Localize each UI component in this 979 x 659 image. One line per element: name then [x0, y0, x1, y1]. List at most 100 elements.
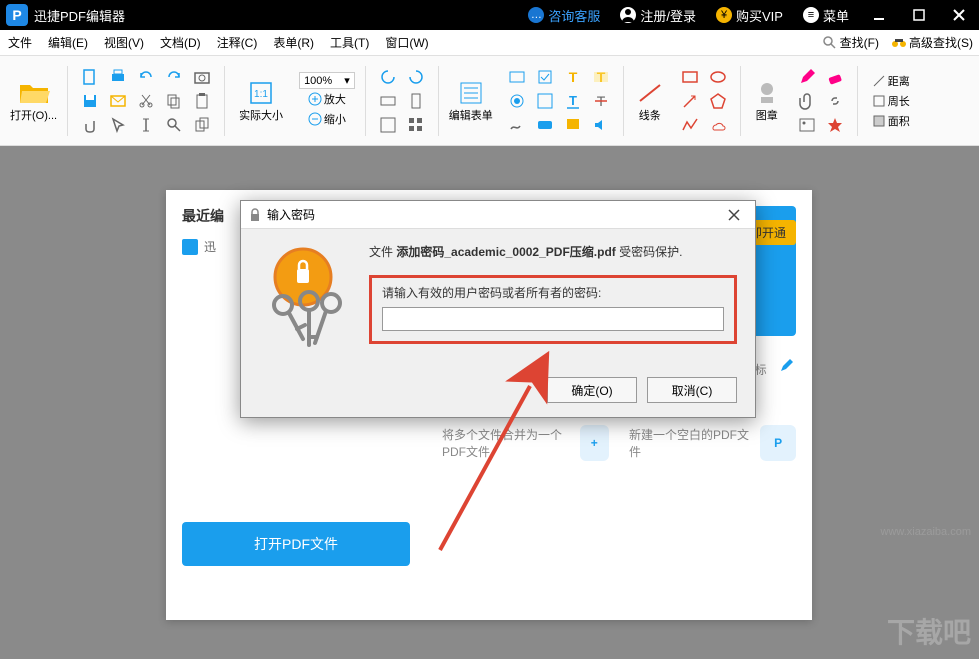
sound-button[interactable]	[589, 113, 613, 137]
note-button[interactable]	[561, 113, 585, 137]
textbox-button[interactable]	[505, 65, 529, 89]
strikeout-button[interactable]: T	[589, 89, 613, 113]
text-annot-button[interactable]: T	[561, 65, 585, 89]
menu-view[interactable]: 视图(V)	[96, 30, 152, 56]
pencil-icon	[798, 68, 816, 86]
open-file-button[interactable]: 打开(O)...	[6, 77, 61, 125]
menu-annotate[interactable]: 注释(C)	[209, 30, 266, 56]
folder-open-icon	[18, 79, 50, 107]
login-button[interactable]: 注册/登录	[610, 0, 706, 30]
redo-button[interactable]	[162, 65, 186, 89]
find-button[interactable]: 查找(F)	[816, 34, 885, 51]
rotate-left-button[interactable]	[376, 65, 400, 89]
menu-document[interactable]: 文档(D)	[152, 30, 209, 56]
button-button[interactable]	[533, 113, 557, 137]
rotate-left-icon	[379, 68, 397, 86]
perimeter-label: 周长	[888, 93, 910, 109]
text-select-button[interactable]	[134, 113, 158, 137]
rotate-right-button[interactable]	[404, 65, 428, 89]
copy-icon	[165, 92, 183, 110]
textbox-icon	[508, 68, 526, 86]
edit-form-button[interactable]: 编辑表单	[445, 77, 497, 125]
cloud-button[interactable]	[706, 113, 730, 137]
advanced-find-button[interactable]: 高级查找(S)	[885, 34, 979, 51]
select-tool-button[interactable]	[106, 113, 130, 137]
copy-button[interactable]	[162, 89, 186, 113]
zoom-combo[interactable]: 100% ▾	[299, 72, 355, 89]
close-button[interactable]	[939, 0, 979, 30]
vip-button[interactable]: ¥ 购买VIP	[706, 0, 793, 30]
underline-icon: T	[564, 92, 582, 110]
dialog-titlebar[interactable]: 输入密码	[241, 201, 755, 229]
rect-button[interactable]	[678, 65, 702, 89]
fit-page-button[interactable]	[404, 89, 428, 113]
yen-icon: ¥	[716, 7, 732, 23]
open-pdf-button[interactable]: 打开PDF文件	[182, 522, 410, 566]
new-doc-button[interactable]	[78, 65, 102, 89]
snapshot-button[interactable]	[190, 65, 214, 89]
listbox-button[interactable]	[533, 89, 557, 113]
undo-button[interactable]	[134, 65, 158, 89]
cut-button[interactable]	[134, 89, 158, 113]
zoom-in-button[interactable]: 放大	[304, 89, 350, 109]
menu-form[interactable]: 表单(R)	[265, 30, 322, 56]
paste-button[interactable]	[190, 89, 214, 113]
checkbox-button[interactable]	[533, 65, 557, 89]
attach-button[interactable]	[795, 89, 819, 113]
maximize-button[interactable]	[899, 0, 939, 30]
radio-button[interactable]	[505, 89, 529, 113]
distance-label: 距离	[888, 73, 910, 89]
cancel-button[interactable]: 取消(C)	[647, 377, 737, 403]
menu-file[interactable]: 文件	[0, 30, 40, 56]
eraser-icon	[826, 68, 844, 86]
menu-button[interactable]: ≡ 菜单	[793, 0, 859, 30]
eraser-button[interactable]	[823, 65, 847, 89]
consult-button[interactable]: … 咨询客服	[518, 0, 610, 30]
fit-width-button[interactable]	[376, 89, 400, 113]
menu-label: 菜单	[823, 6, 849, 25]
edit-action-icon[interactable]	[778, 356, 796, 374]
menu-tools[interactable]: 工具(T)	[322, 30, 377, 56]
print-button[interactable]	[106, 65, 130, 89]
menu-edit[interactable]: 编辑(E)	[40, 30, 96, 56]
distance-button[interactable]: 距离	[868, 71, 914, 91]
scissors-icon	[137, 92, 155, 110]
signature-button[interactable]	[505, 113, 529, 137]
ribbon: 打开(O)... 1:1 实际大小	[0, 56, 979, 146]
menubar: 文件 编辑(E) 视图(V) 文档(D) 注释(C) 表单(R) 工具(T) 窗…	[0, 30, 979, 56]
polyline-button[interactable]	[678, 113, 702, 137]
underline-button[interactable]: T	[561, 89, 585, 113]
image-insert-button[interactable]	[795, 113, 819, 137]
pencil-button[interactable]	[795, 65, 819, 89]
link-button[interactable]	[823, 89, 847, 113]
zoom-out-button[interactable]: 缩小	[304, 109, 350, 129]
stamp-button[interactable]: 图章	[747, 77, 787, 125]
signature-icon	[508, 116, 526, 134]
save-button[interactable]	[78, 89, 102, 113]
text-cursor-icon	[137, 116, 155, 134]
consult-label: 咨询客服	[548, 6, 600, 25]
menu-window[interactable]: 窗口(W)	[377, 30, 436, 56]
line-tool-button[interactable]: 线条	[630, 77, 670, 125]
password-input[interactable]	[382, 307, 724, 331]
actual-size-button[interactable]: 1:1 实际大小	[235, 77, 287, 125]
folder-icon	[182, 239, 198, 255]
dialog-close-button[interactable]	[719, 204, 749, 226]
paperclip-icon	[798, 92, 816, 110]
ok-button[interactable]: 确定(O)	[547, 377, 637, 403]
hand-tool-button[interactable]	[78, 113, 102, 137]
highlight-button[interactable]: T	[589, 65, 613, 89]
fullscreen-button[interactable]	[376, 113, 400, 137]
thumbnails-button[interactable]	[404, 113, 428, 137]
perimeter-button[interactable]: 周长	[868, 91, 914, 111]
area-button[interactable]: 面积	[868, 111, 914, 131]
email-button[interactable]	[106, 89, 130, 113]
lock-icon	[247, 207, 263, 223]
polygon-button[interactable]	[706, 89, 730, 113]
minimize-button[interactable]	[859, 0, 899, 30]
clone-button[interactable]	[190, 113, 214, 137]
shape-button[interactable]	[823, 113, 847, 137]
zoom-tool-button[interactable]	[162, 113, 186, 137]
arrow-button[interactable]	[678, 89, 702, 113]
ellipse-button[interactable]	[706, 65, 730, 89]
